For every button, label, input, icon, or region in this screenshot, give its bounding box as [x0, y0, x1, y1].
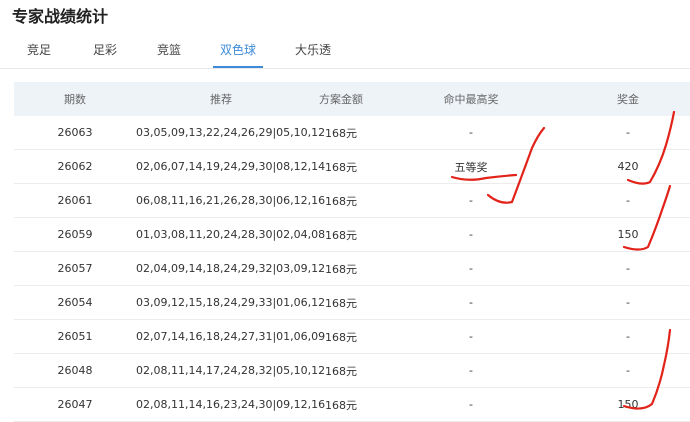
cell-issue: 26054: [14, 285, 136, 320]
table-row: 26059 01,03,08,11,20,24,28,30|02,04,08 168…: [14, 217, 690, 252]
lottery-tabs: 竞足 足彩 竞篮 双色球 大乐透: [0, 36, 690, 69]
cell-bonus: -: [566, 353, 690, 388]
cell-prize-level: -: [376, 183, 566, 218]
cell-bonus: -: [566, 183, 690, 218]
cell-issue: 26051: [14, 319, 136, 354]
cell-bonus: -: [566, 116, 690, 150]
tab-jinglan[interactable]: 竞篮: [144, 36, 194, 66]
table-header-row: 期数 推荐 方案金额 命中最高奖 奖金: [14, 82, 690, 116]
cell-issue: 26057: [14, 251, 136, 286]
tab-shuangseqiu[interactable]: 双色球: [213, 36, 263, 68]
page-title: 专家战绩统计: [12, 7, 109, 26]
cell-pick: 02,08,11,14,17,24,28,32|05,10,12: [136, 353, 325, 388]
cell-pick: 06,08,11,16,21,26,28,30|06,12,16: [136, 183, 325, 218]
cell-issue: 26048: [14, 353, 136, 388]
cell-prize-level: -: [376, 387, 566, 422]
cell-issue: 26062: [14, 149, 136, 184]
cell-bonus: 420: [566, 149, 690, 184]
cell-prize-level: -: [376, 217, 566, 252]
table-row: 26062 02,06,07,14,19,24,29,30|08,12,14 168…: [14, 149, 690, 184]
cell-prize-level: -: [376, 251, 566, 286]
cell-bonus: 150: [566, 217, 690, 252]
header-bonus: 奖金: [566, 82, 690, 116]
cell-prize-level: -: [376, 319, 566, 354]
record-table: 期数 推荐 方案金额 命中最高奖 奖金 26063 03,05,09,13,22,…: [14, 82, 690, 422]
cell-bonus: -: [566, 251, 690, 286]
cell-pick: 02,06,07,14,19,24,29,30|08,12,14: [136, 149, 325, 184]
cell-pick: 03,09,12,15,18,24,29,33|01,06,12: [136, 285, 325, 320]
table-header: 期数 推荐 方案金额 命中最高奖 奖金: [14, 82, 690, 116]
record-table-container: 期数 推荐 方案金额 命中最高奖 奖金 26063 03,05,09,13,22,…: [14, 82, 690, 422]
header-prize-level: 命中最高奖: [376, 82, 566, 116]
cell-pick: 02,04,09,14,18,24,29,32|03,09,12: [136, 251, 325, 286]
cell-issue: 26063: [14, 116, 136, 150]
cell-issue: 26047: [14, 387, 136, 422]
cell-pick: 01,03,08,11,20,24,28,30|02,04,08: [136, 217, 325, 252]
cell-pick: 02,08,11,14,16,23,24,30|09,12,16: [136, 387, 325, 422]
table-row: 26063 03,05,09,13,22,24,26,29|05,10,12 168…: [14, 116, 690, 150]
cell-pick: 02,07,14,16,18,24,27,31|01,06,09: [136, 319, 325, 354]
cell-prize-level: -: [376, 285, 566, 320]
cell-issue: 26061: [14, 183, 136, 218]
table-row: 26057 02,04,09,14,18,24,29,32|03,09,12 168…: [14, 251, 690, 286]
tab-zucai[interactable]: 足彩: [80, 36, 130, 66]
table-body: 26063 03,05,09,13,22,24,26,29|05,10,12 168…: [14, 116, 690, 422]
cell-issue: 26059: [14, 217, 136, 252]
cell-prize-level: 五等奖: [376, 149, 566, 184]
cell-bonus: 150: [566, 387, 690, 422]
cell-prize-level: -: [376, 353, 566, 388]
table-row: 26051 02,07,14,16,18,24,27,31|01,06,09 168…: [14, 319, 690, 354]
tab-daletou[interactable]: 大乐透: [288, 36, 338, 66]
header-issue: 期数: [14, 82, 136, 116]
cell-bonus: -: [566, 285, 690, 320]
cell-prize-level: -: [376, 116, 566, 150]
header-amount: 方案金额: [306, 82, 376, 116]
table-row: 26048 02,08,11,14,17,24,28,32|05,10,12 168…: [14, 353, 690, 388]
table-row: 26054 03,09,12,15,18,24,29,33|01,06,12 168…: [14, 285, 690, 320]
tab-jingzu[interactable]: 竞足: [14, 36, 64, 66]
table-row: 26061 06,08,11,16,21,26,28,30|06,12,16 168…: [14, 183, 690, 218]
table-row: 26047 02,08,11,14,16,23,24,30|09,12,16 168…: [14, 387, 690, 422]
header-pick: 推荐: [136, 82, 306, 116]
cell-bonus: -: [566, 319, 690, 354]
cell-pick: 03,05,09,13,22,24,26,29|05,10,12: [136, 116, 325, 150]
